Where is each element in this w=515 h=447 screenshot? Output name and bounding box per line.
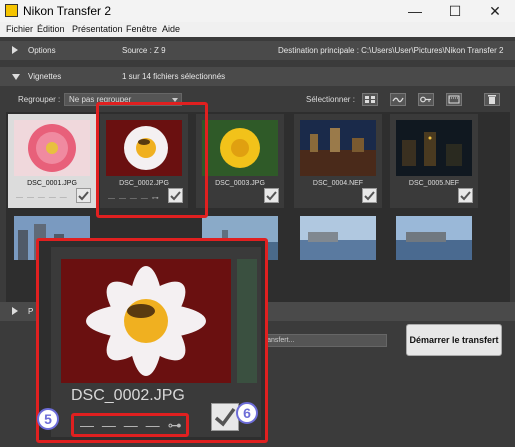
maximize-button[interactable]: ☐ bbox=[435, 0, 475, 22]
select-all-grid-icon[interactable] bbox=[362, 93, 378, 106]
select-protected-key-icon[interactable] bbox=[418, 93, 434, 106]
key-icon: ⊶ bbox=[167, 417, 184, 433]
menu-fichier[interactable]: Fichier bbox=[6, 24, 33, 34]
menu-edition[interactable]: Édition bbox=[37, 24, 65, 34]
adjacent-thumbnail-edge bbox=[237, 259, 257, 383]
menu-aide[interactable]: Aide bbox=[162, 24, 180, 34]
status-indicators-highlight: — — — — ⊶ bbox=[71, 413, 189, 437]
window-title: Nikon Transfer 2 bbox=[23, 4, 112, 18]
thumbnail-image bbox=[396, 120, 472, 176]
start-transfer-button[interactable]: Démarrer le transfert bbox=[406, 324, 502, 356]
thumbnail-cell[interactable]: DSC_0001.JPG — — — — — bbox=[8, 114, 96, 208]
expand-arrow-icon bbox=[12, 46, 18, 54]
close-button[interactable]: ✕ bbox=[475, 0, 515, 22]
transfer-checkbox[interactable] bbox=[264, 188, 279, 203]
menu-presentation[interactable]: Présentation bbox=[72, 24, 123, 34]
highlight-box-thumbnail bbox=[96, 102, 208, 218]
select-film-icon[interactable] bbox=[446, 93, 462, 106]
collapse-arrow-icon bbox=[12, 74, 20, 80]
status-dashes: — — — — — bbox=[16, 194, 68, 201]
callout-number-badge: 6 bbox=[236, 402, 258, 424]
zoomed-thumbnail-image bbox=[61, 259, 231, 383]
destination-label: Destination principale : C:\Users\User\P… bbox=[278, 46, 504, 55]
source-label: Source : Z 9 bbox=[122, 46, 166, 55]
thumbnail-image bbox=[14, 120, 90, 176]
transfer-checkbox[interactable] bbox=[76, 188, 91, 203]
thumbnail-cell[interactable]: DSC_0005.NEF bbox=[390, 114, 478, 208]
thumbnail-image bbox=[300, 120, 376, 176]
transfer-queue-field: u transfert... bbox=[250, 334, 387, 347]
title-bar: Nikon Transfer 2 — ☐ ✕ bbox=[0, 0, 515, 22]
thumbnail-toolbar: Regrouper : Ne pas regrouper Sélectionne… bbox=[0, 90, 515, 110]
thumbnail-image[interactable] bbox=[396, 216, 472, 260]
thumbnail-cell[interactable]: DSC_0003.JPG bbox=[196, 114, 284, 208]
dashes: — — — — bbox=[80, 417, 162, 433]
thumbnail-image bbox=[202, 120, 278, 176]
file-name: DSC_0005.NEF bbox=[408, 180, 460, 187]
file-name: DSC_0001.JPG bbox=[27, 180, 77, 187]
trash-icon[interactable] bbox=[484, 93, 500, 106]
select-label: Sélectionner : bbox=[306, 95, 355, 104]
menu-fenetre[interactable]: Fenêtre bbox=[126, 24, 157, 34]
collapsed-section-label: P bbox=[28, 307, 34, 316]
thumbnails-label: Vignettes bbox=[28, 72, 62, 81]
file-name: DSC_0003.JPG bbox=[215, 180, 265, 187]
status-dashes: — — — — ⊶ bbox=[80, 417, 184, 434]
transfer-checkbox[interactable] bbox=[362, 188, 377, 203]
zoomed-thumbnail-callout: DSC_0002.JPG — — — — ⊶ bbox=[36, 238, 268, 443]
zoomed-thumbnail-cell: DSC_0002.JPG — — — — ⊶ bbox=[51, 247, 261, 437]
menu-bar: Fichier Édition Présentation Fenêtre Aid… bbox=[0, 22, 515, 37]
app-icon bbox=[5, 4, 18, 17]
expand-arrow-icon bbox=[12, 307, 18, 315]
group-label: Regrouper : bbox=[18, 95, 61, 104]
transfer-checkbox[interactable] bbox=[211, 403, 239, 431]
thumbnail-image[interactable] bbox=[300, 216, 376, 260]
thumbnails-section-header[interactable]: Vignettes 1 sur 14 fichiers sélectionnés bbox=[0, 67, 515, 86]
transfer-checkbox[interactable] bbox=[458, 188, 473, 203]
file-name: DSC_0004.NEF bbox=[312, 180, 364, 187]
minimize-button[interactable]: — bbox=[395, 0, 435, 22]
select-new-icon[interactable] bbox=[390, 93, 406, 106]
thumbnail-cell[interactable]: DSC_0004.NEF bbox=[294, 114, 382, 208]
zoomed-file-name: DSC_0002.JPG bbox=[71, 387, 185, 404]
options-section-header[interactable]: Options Source : Z 9 Destination princip… bbox=[0, 41, 515, 60]
selection-count: 1 sur 14 fichiers sélectionnés bbox=[122, 72, 226, 81]
options-label: Options bbox=[28, 46, 56, 55]
callout-number-badge: 5 bbox=[37, 408, 59, 430]
